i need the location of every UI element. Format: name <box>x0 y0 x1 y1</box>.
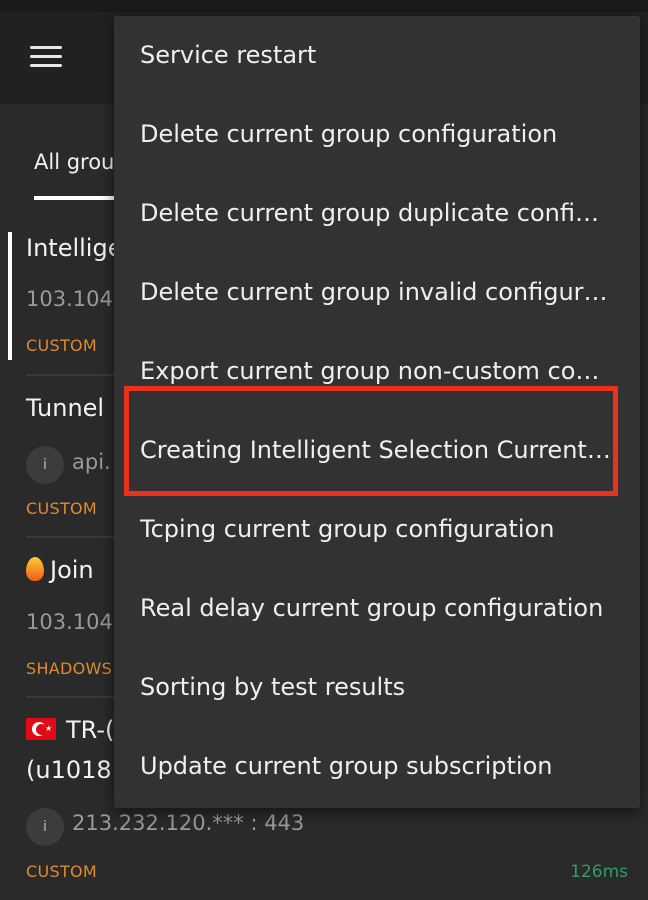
server-type-tag: CUSTOM <box>26 499 98 518</box>
active-indicator <box>8 232 12 360</box>
list-divider <box>26 536 126 538</box>
menu-item-delete-duplicate-config[interactable]: Delete current group duplicate configura… <box>114 174 640 253</box>
tab-indicator <box>34 196 122 200</box>
turkey-flag-icon: ★ <box>26 718 56 740</box>
menu-item-delete-group-config[interactable]: Delete current group configuration <box>114 95 640 174</box>
server-title: Join <box>50 556 94 584</box>
server-type-tag: CUSTOM <box>26 862 98 881</box>
server-address: 103.104 <box>26 610 113 634</box>
menu-item-sort-by-results[interactable]: Sorting by test results <box>114 648 640 727</box>
server-address: 213.232.120.*** : 443 <box>72 811 305 835</box>
menu-item-update-subscription[interactable]: Update current group subscription <box>114 727 640 806</box>
menu-item-tcping[interactable]: Tcping current group configuration <box>114 490 640 569</box>
list-divider <box>26 696 126 698</box>
server-title-line2: (u1018 <box>26 756 112 784</box>
server-type-tag: CUSTOM <box>26 336 98 355</box>
status-strip <box>0 0 648 12</box>
server-address: 103.104 <box>26 287 113 311</box>
list-divider <box>26 374 126 376</box>
server-title: TR-( <box>66 716 115 744</box>
menu-item-service-restart[interactable]: Service restart <box>114 16 640 95</box>
hamburger-icon[interactable] <box>30 44 62 68</box>
server-type-tag: SHADOWS <box>26 659 113 678</box>
server-address: api. <box>72 450 111 474</box>
server-title: Intellige <box>26 234 123 262</box>
menu-item-delete-invalid-config[interactable]: Delete current group invalid configurati… <box>114 253 640 332</box>
fire-icon <box>26 557 44 581</box>
info-icon[interactable]: i <box>26 446 64 484</box>
info-icon[interactable]: i <box>26 808 64 846</box>
delay-value: 126ms <box>570 862 628 882</box>
tab-all-groups[interactable]: All grou <box>34 150 114 174</box>
highlight-box <box>124 386 618 496</box>
server-title: Tunnel <box>26 394 105 422</box>
menu-item-real-delay[interactable]: Real delay current group configuration <box>114 569 640 648</box>
